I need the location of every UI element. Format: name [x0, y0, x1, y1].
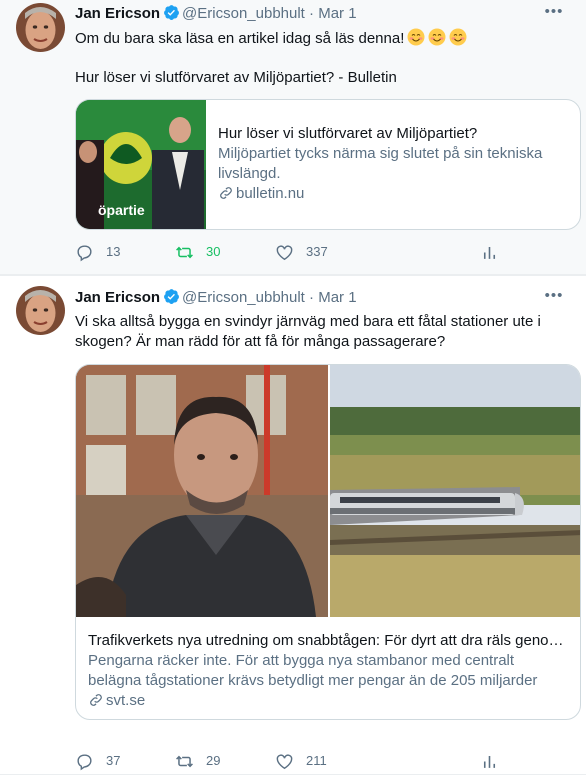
heart-icon — [276, 244, 293, 260]
link-icon — [90, 694, 102, 706]
link-card-title: Hur löser vi slutförvaret av Miljöpartie… — [218, 125, 478, 142]
link-card-image — [330, 365, 580, 617]
reply-button[interactable]: 37 — [75, 751, 120, 771]
link-card[interactable]: Trafikverkets nya utredning om snabbtåge… — [75, 364, 581, 720]
link-card[interactable]: öpartie Hur löser vi slutförvaret av Mil… — [75, 99, 581, 230]
reply-icon — [77, 244, 92, 261]
tweet-date[interactable]: Mar 1 — [318, 5, 356, 22]
tweet-actions: 37 29 211 — [75, 751, 570, 771]
tweet-text-link-title: Hur löser vi slutförvaret av Miljöpartie… — [75, 69, 397, 86]
link-icon — [220, 187, 232, 199]
smiling-face-icon — [428, 28, 446, 46]
more-options-icon[interactable]: ••• — [542, 286, 566, 310]
retweet-button[interactable]: 30 — [175, 242, 220, 262]
link-card-image: öpartie — [76, 100, 206, 229]
separator-dot: · — [309, 289, 315, 306]
verified-badge-icon — [164, 289, 179, 304]
like-button[interactable]: 337 — [275, 242, 328, 262]
link-card-description: Pengarna räcker inte. För att bygga nya … — [88, 652, 538, 689]
retweet-button[interactable]: 29 — [175, 751, 220, 771]
smiling-face-icon — [449, 28, 467, 46]
analytics-button[interactable] — [480, 242, 511, 262]
like-count: 337 — [306, 244, 328, 259]
tweet-text: Vi ska alltså bygga en svindyr järnväg m… — [75, 313, 541, 350]
author-handle[interactable]: @Ericson_ubbhult — [182, 289, 305, 306]
analytics-button[interactable] — [480, 751, 511, 771]
link-card-text: Trafikverkets nya utredning om snabbtåge… — [88, 631, 568, 711]
like-button[interactable]: 211 — [275, 751, 327, 771]
link-card-domain: svt.se — [88, 691, 568, 711]
retweet-count: 30 — [206, 244, 221, 259]
retweet-count: 29 — [206, 753, 221, 768]
separator-dot: · — [309, 5, 315, 22]
tweet-date[interactable]: Mar 1 — [318, 289, 356, 306]
more-options-icon[interactable]: ••• — [542, 2, 566, 26]
author-name[interactable]: Jan Ericson — [75, 5, 160, 22]
reply-count: 37 — [106, 753, 121, 768]
tweet-header: Jan Ericson @Ericson_ubbhult · Mar 1 ••• — [75, 2, 570, 26]
tweet[interactable]: Jan Ericson @Ericson_ubbhult · Mar 1 ••• … — [0, 275, 586, 775]
tweet-header: Jan Ericson @Ericson_ubbhult · Mar 1 ••• — [75, 286, 570, 310]
analytics-icon — [483, 246, 496, 259]
avatar[interactable] — [16, 286, 65, 335]
analytics-icon — [483, 755, 496, 768]
link-card-image — [76, 365, 328, 617]
retweet-icon — [176, 246, 193, 258]
svg-text:öpartie: öpartie — [98, 202, 145, 218]
avatar[interactable] — [16, 3, 65, 52]
smiling-face-icon — [407, 28, 425, 46]
tweet-actions: 13 30 337 — [75, 242, 570, 262]
author-handle[interactable]: @Ericson_ubbhult — [182, 5, 305, 22]
author-name[interactable]: Jan Ericson — [75, 289, 160, 306]
tweet-text: Om du bara ska läsa en artikel idag så l… — [75, 28, 574, 49]
tweet[interactable]: Jan Ericson @Ericson_ubbhult · Mar 1 ••• … — [0, 0, 586, 275]
like-count: 211 — [306, 753, 327, 768]
retweet-icon — [176, 755, 193, 767]
link-card-text: Hur löser vi slutförvaret av Miljöpartie… — [218, 124, 570, 204]
reply-button[interactable]: 13 — [75, 242, 120, 262]
heart-icon — [276, 753, 293, 769]
link-card-title: Trafikverkets nya utredning om snabbtåge… — [88, 632, 564, 649]
link-card-description: Miljöpartiet tycks närma sig slutet på s… — [218, 145, 543, 182]
reply-icon — [77, 753, 92, 770]
reply-count: 13 — [106, 244, 121, 259]
link-card-domain: bulletin.nu — [218, 184, 570, 204]
verified-badge-icon — [164, 5, 179, 20]
